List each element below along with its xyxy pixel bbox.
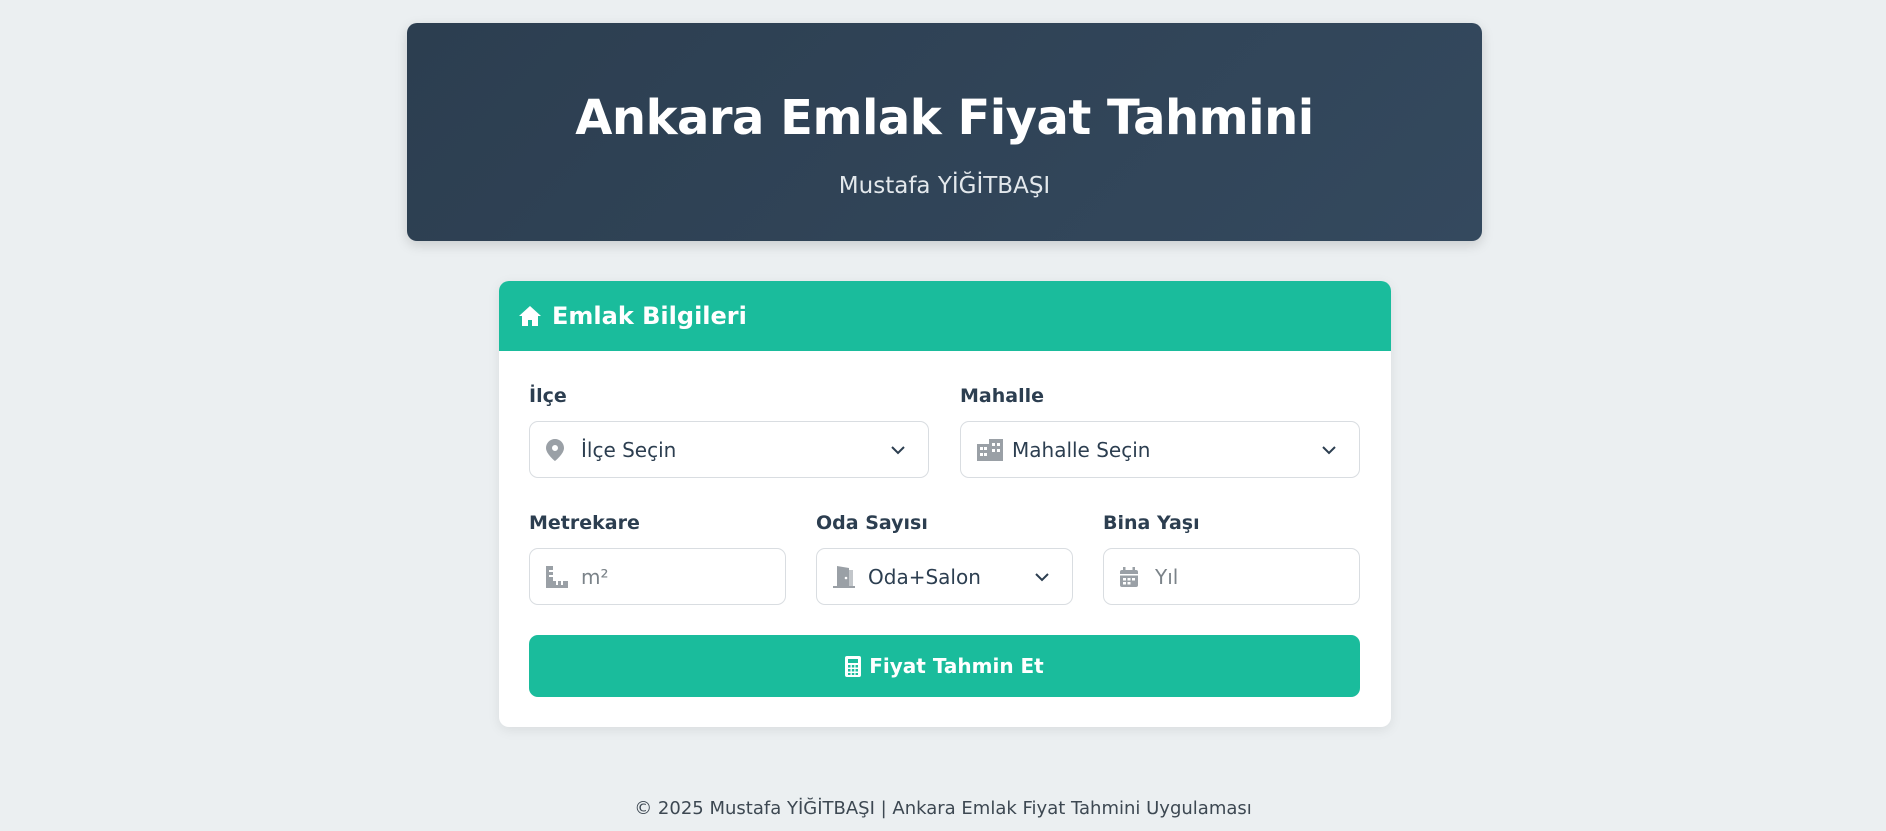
page-header: Ankara Emlak Fiyat Tahmini Mustafa YİĞİT… <box>407 23 1482 241</box>
card-title: Emlak Bilgileri <box>552 302 747 330</box>
door-icon <box>833 565 855 588</box>
district-select-value: İlçe Seçin <box>581 437 677 462</box>
city-icon <box>977 438 1003 461</box>
neighborhood-label: Mahalle <box>960 385 1044 407</box>
ruler-icon <box>546 565 568 588</box>
calculator-icon <box>845 655 862 677</box>
building-age-placeholder: Yıl <box>1155 564 1179 589</box>
home-icon <box>519 306 541 326</box>
chevron-down-icon <box>1034 572 1050 582</box>
rooms-select[interactable]: Oda+Salon <box>816 548 1073 605</box>
area-label: Metrekare <box>529 512 640 534</box>
author-name: Mustafa YİĞİTBAŞI <box>838 173 1051 199</box>
chevron-down-icon <box>890 445 906 455</box>
predict-price-label: Fiyat Tahmin Et <box>869 654 1044 678</box>
neighborhood-select[interactable]: Mahalle Seçin <box>960 421 1360 478</box>
card-header: Emlak Bilgileri <box>499 281 1391 351</box>
rooms-select-value: Oda+Salon <box>868 564 981 589</box>
district-select[interactable]: İlçe Seçin <box>529 421 929 478</box>
footer-text: © 2025 Mustafa YİĞİTBAŞI | Ankara Emlak … <box>634 798 1252 819</box>
chevron-down-icon <box>1321 445 1337 455</box>
neighborhood-select-value: Mahalle Seçin <box>1012 437 1151 462</box>
district-label: İlçe <box>529 385 567 407</box>
building-age-label: Bina Yaşı <box>1103 512 1200 534</box>
property-form-card: Emlak Bilgileri İlçe İlçe Seçin Mahalle … <box>499 281 1391 727</box>
building-age-input[interactable]: Yıl <box>1103 548 1360 605</box>
map-marker-icon <box>546 438 564 461</box>
rooms-label: Oda Sayısı <box>816 512 928 534</box>
page-title: Ankara Emlak Fiyat Tahmini <box>575 90 1314 146</box>
predict-price-button[interactable]: Fiyat Tahmin Et <box>529 635 1360 697</box>
calendar-icon <box>1120 566 1138 587</box>
area-input-placeholder: m² <box>581 564 609 589</box>
area-input[interactable]: m² <box>529 548 786 605</box>
